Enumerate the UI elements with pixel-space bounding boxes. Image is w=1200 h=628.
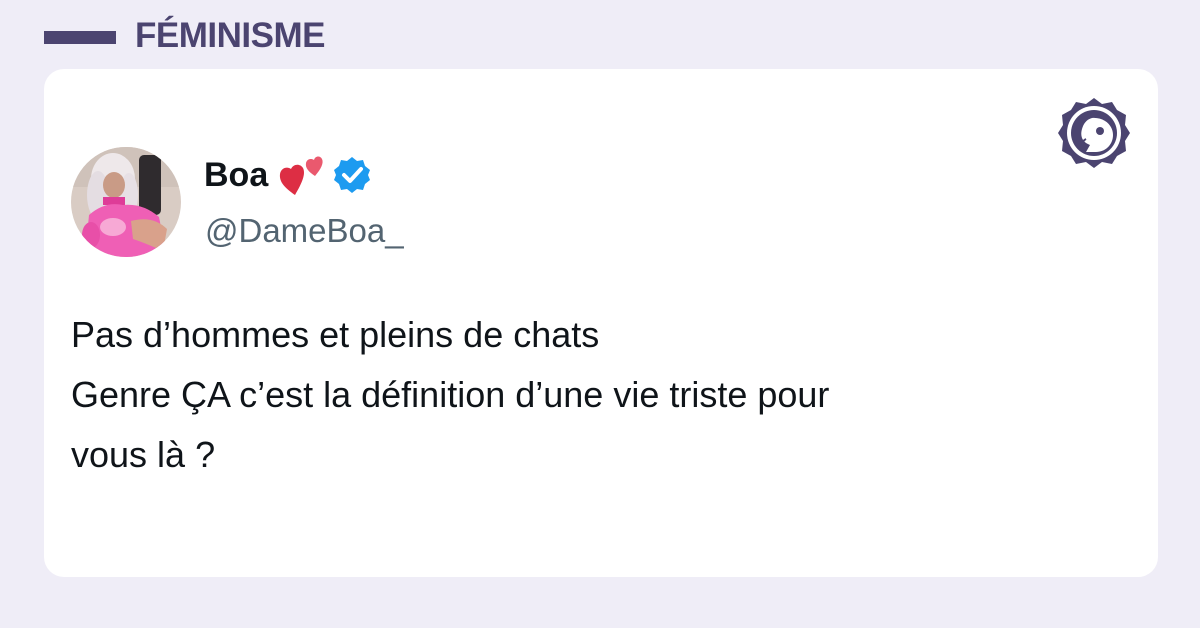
display-name-row: Boa [204,153,372,197]
bird-face-badge-icon [1058,98,1130,168]
category-marker-bar [44,31,116,44]
tweet-card: Boa @DameBoa_ Pas d’hommes et pleins de … [44,69,1158,577]
avatar[interactable] [71,147,181,257]
two-hearts-icon [280,156,323,195]
tweet-text-line: vous là ? [71,434,216,475]
display-name[interactable]: Boa [204,156,268,195]
tweet-text-line: Pas d’hommes et pleins de chats [71,314,600,355]
verified-badge-icon [334,157,371,193]
tweet-text: Pas d’hommes et pleins de chats Genre ÇA… [71,305,1111,485]
user-handle[interactable]: @DameBoa_ [205,209,404,253]
category-label[interactable]: FÉMINISME [135,14,325,58]
tweet-text-line: Genre ÇA c’est la définition d’une vie t… [71,374,830,415]
